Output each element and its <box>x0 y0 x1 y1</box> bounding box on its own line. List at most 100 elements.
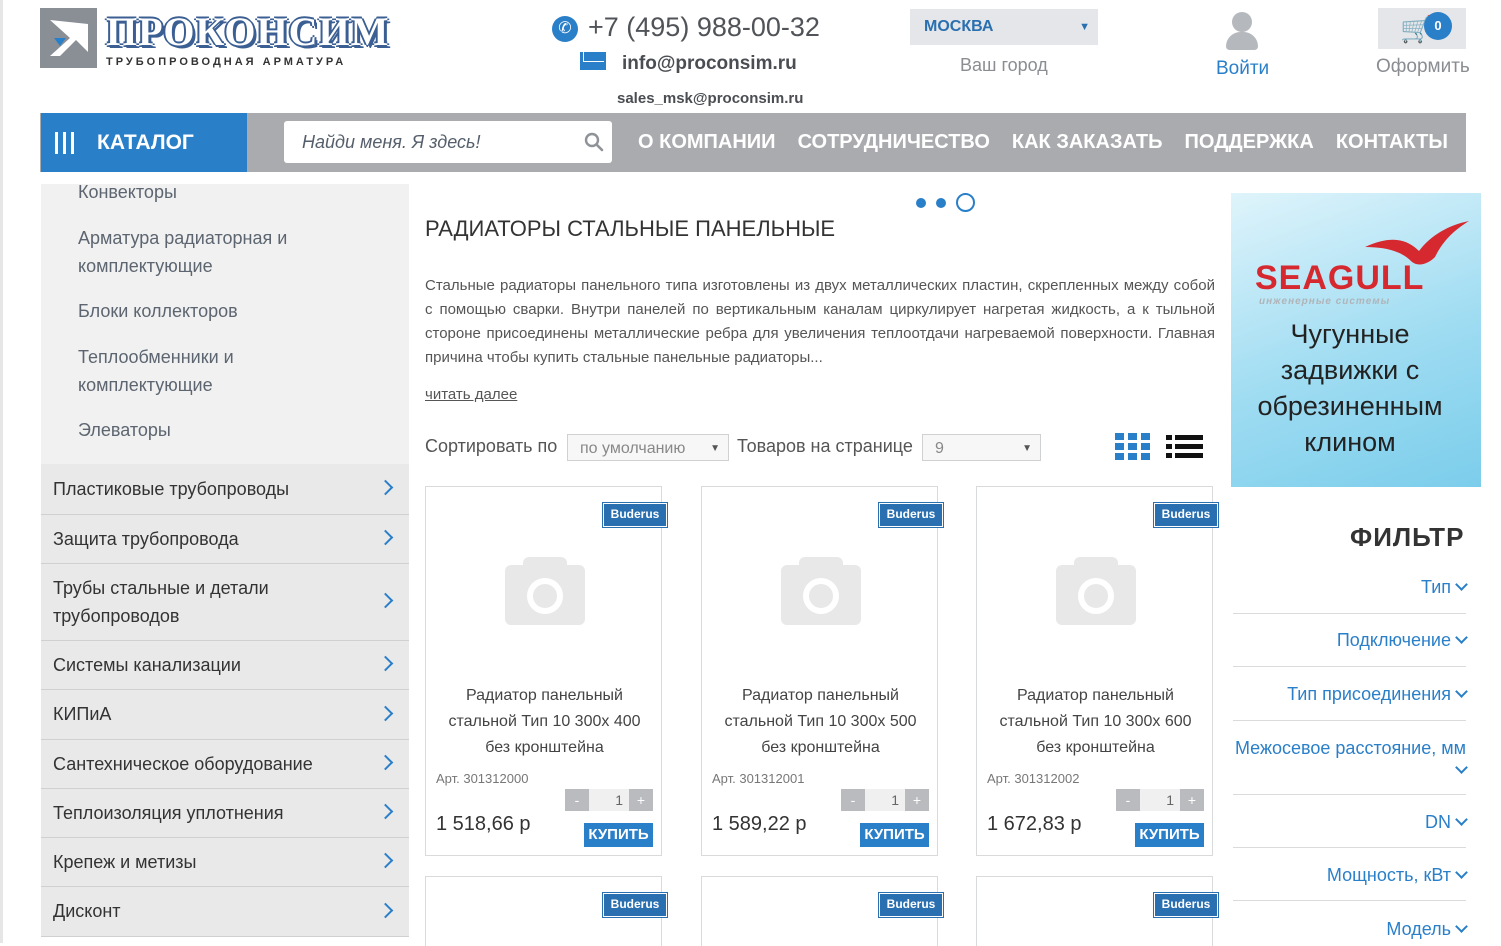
chevron-down-icon <box>1455 813 1468 826</box>
product-price: 1 589,22 р <box>712 813 807 835</box>
slider-dot-active[interactable] <box>956 193 975 212</box>
chevron-down-icon <box>1455 866 1468 879</box>
nav-contacts[interactable]: КОНТАКТЫ <box>1336 113 1448 172</box>
product-card[interactable]: Buderus <box>701 876 944 946</box>
brand-badge: Buderus <box>1153 892 1219 918</box>
nav-how-to-order[interactable]: КАК ЗАКАЗАТЬ <box>1012 113 1163 172</box>
plus-button[interactable]: + <box>629 789 653 811</box>
sidebar-category[interactable]: Трубы стальные и детали трубопроводов <box>41 564 409 641</box>
sidebar-category[interactable]: Сантехническое оборудование <box>41 740 409 789</box>
chevron-down-icon: ▼ <box>1079 21 1090 33</box>
logo-name: ПРОКОНСИМ <box>106 9 390 54</box>
slider-dot[interactable] <box>916 198 926 208</box>
chevron-right-icon <box>377 754 394 771</box>
subcategory-item[interactable]: Арматура радиаторная и комплектующие <box>78 224 338 280</box>
product-article: Арт. 301312000 <box>436 771 529 786</box>
brand-badge: Buderus <box>602 502 668 528</box>
slider-dots <box>914 193 976 212</box>
phone-icon: ✆ <box>552 15 578 42</box>
chevron-right-icon <box>377 852 394 869</box>
phone-link[interactable]: ✆ +7 (495) 988-00-32 <box>552 12 820 43</box>
filter-type[interactable]: Тип <box>1233 577 1468 614</box>
buy-button[interactable]: КУПИТЬ <box>860 823 929 847</box>
minus-button[interactable]: - <box>1116 789 1140 811</box>
nav-about[interactable]: О КОМПАНИИ <box>638 113 776 172</box>
subcategory-item[interactable]: Блоки коллекторов <box>78 297 378 325</box>
minus-button[interactable]: - <box>841 789 865 811</box>
product-name[interactable]: Радиатор панельный стальной Тип 10 300х … <box>712 683 929 761</box>
plus-button[interactable]: + <box>1180 789 1204 811</box>
checkout-link[interactable]: Оформить <box>1376 56 1470 78</box>
product-name[interactable]: Радиатор панельный стальной Тип 10 300х … <box>987 683 1204 761</box>
plus-button[interactable]: + <box>905 789 929 811</box>
subcategory-item[interactable]: Теплообменники и комплектующие <box>78 343 278 399</box>
quantity-input[interactable]: 1 <box>865 789 905 811</box>
user-icon[interactable] <box>1224 12 1260 52</box>
product-card[interactable]: Buderus <box>976 876 1219 946</box>
subcategory-list: Конвекторы Арматура радиаторная и компле… <box>41 182 409 464</box>
subcategory-item[interactable]: Элеваторы <box>78 416 378 444</box>
chevron-down-icon <box>1455 920 1468 933</box>
city-caption: Ваш город <box>960 55 1048 75</box>
site-logo[interactable]: ПРОКОНСИМ ТРУБОПРОВОДНАЯ АРМАТУРА <box>40 8 410 70</box>
sidebar-category[interactable]: КИПиА <box>41 690 409 740</box>
product-card[interactable]: Buderus Радиатор панельный стальной Тип … <box>976 486 1219 856</box>
sidebar-category[interactable]: Пластиковые трубопроводы <box>41 464 409 515</box>
login-link[interactable]: Войти <box>1216 58 1269 80</box>
cart-button[interactable]: 🛒 0 <box>1378 8 1466 49</box>
list-view-icon[interactable] <box>1166 433 1203 461</box>
catalog-button[interactable]: КАТАЛОГ <box>41 113 247 172</box>
buy-button[interactable]: КУПИТЬ <box>584 823 653 847</box>
filter-power[interactable]: Мощность, кВт <box>1233 865 1468 901</box>
product-price: 1 672,83 р <box>987 813 1082 835</box>
filter-connection-type[interactable]: Тип присоединения <box>1233 684 1468 721</box>
camera-placeholder-icon <box>781 557 861 627</box>
search-box <box>284 121 612 163</box>
nav-support[interactable]: ПОДДЕРЖКА <box>1185 113 1314 172</box>
read-more-link[interactable]: читать далее <box>425 386 517 403</box>
email-address: info@proconsim.ru <box>622 53 797 74</box>
filter-model[interactable]: Модель <box>1233 919 1468 943</box>
phone-number: +7 (495) 988-00-32 <box>588 12 820 42</box>
sidebar-category[interactable]: Дисконт <box>41 887 409 937</box>
quantity-input[interactable]: 1 <box>589 789 629 811</box>
sidebar-category[interactable]: Крепеж и метизы <box>41 838 409 887</box>
sales-email-link[interactable]: sales_msk@proconsim.ru <box>617 90 803 107</box>
quantity-stepper: - 1 + <box>841 789 929 811</box>
chevron-down-icon <box>1455 578 1468 591</box>
filter-dn[interactable]: DN <box>1233 812 1468 848</box>
page-title: РАДИАТОРЫ СТАЛЬНЫЕ ПАНЕЛЬНЫЕ <box>425 216 836 241</box>
sort-label: Сортировать по <box>425 436 558 456</box>
search-icon[interactable] <box>584 132 604 152</box>
buy-button[interactable]: КУПИТЬ <box>1135 823 1204 847</box>
city-select[interactable]: МОСКВА ▼ <box>910 9 1098 45</box>
grid-view-icon[interactable] <box>1115 433 1152 461</box>
product-article: Арт. 301312001 <box>712 771 805 786</box>
sort-select[interactable]: по умолчанию ▼ <box>567 434 729 461</box>
quantity-input[interactable]: 1 <box>1140 789 1180 811</box>
email-link[interactable]: info@proconsim.ru <box>580 51 797 75</box>
brand-badge: Buderus <box>602 892 668 918</box>
filter-center-distance[interactable]: Межосевое расстояние, мм <box>1233 737 1468 795</box>
promo-banner[interactable]: SEAGULL инженерные системы Чугунные задв… <box>1231 193 1481 487</box>
quantity-stepper: - 1 + <box>1116 789 1204 811</box>
quantity-stepper: - 1 + <box>565 789 653 811</box>
chevron-right-icon <box>377 529 394 546</box>
sidebar-category[interactable]: Теплоизоляция уплотнения <box>41 789 409 838</box>
sidebar-category[interactable]: Системы канализации <box>41 641 409 690</box>
filter-connection[interactable]: Подключение <box>1233 630 1468 667</box>
slider-dot[interactable] <box>936 198 946 208</box>
product-name[interactable]: Радиатор панельный стальной Тип 10 300х … <box>436 683 653 761</box>
product-card[interactable]: Buderus Радиатор панельный стальной Тип … <box>425 486 668 856</box>
minus-button[interactable]: - <box>565 789 589 811</box>
nav-cooperation[interactable]: СОТРУДНИЧЕСТВО <box>798 113 990 172</box>
search-input[interactable] <box>284 121 574 163</box>
sidebar-category[interactable]: Защита трубопровода <box>41 515 409 564</box>
product-card[interactable]: Buderus <box>425 876 668 946</box>
product-card[interactable]: Buderus Радиатор панельный стальной Тип … <box>701 486 944 856</box>
banner-text: Чугунные задвижки с обрезиненным клином <box>1257 319 1443 457</box>
subcategory-item[interactable]: Конвекторы <box>78 178 378 206</box>
chevron-down-icon: ▼ <box>710 443 720 454</box>
logo-emblem-icon <box>40 8 97 68</box>
per-page-select[interactable]: 9 ▼ <box>922 434 1041 461</box>
